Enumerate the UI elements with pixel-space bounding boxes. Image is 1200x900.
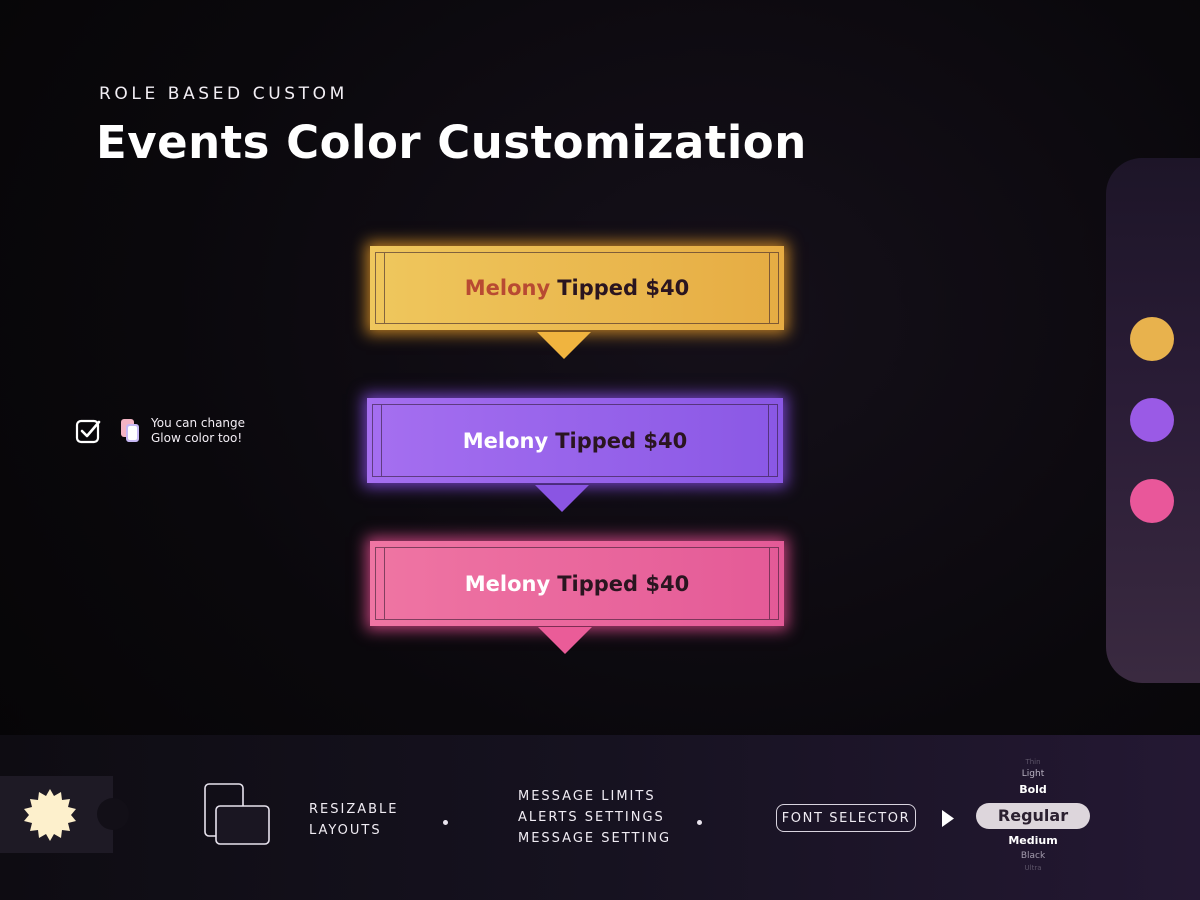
settings-line1: MESSAGE LIMITS xyxy=(518,789,656,804)
alert-text: Tipped $40 xyxy=(555,428,688,453)
weight-ultra[interactable]: Ultra xyxy=(975,863,1091,873)
glow-note-line2: Glow color too! xyxy=(151,431,243,445)
ticket-notch xyxy=(97,798,129,830)
layout-icon xyxy=(204,783,270,845)
weight-black[interactable]: Black xyxy=(975,849,1091,863)
separator-dot xyxy=(697,820,702,825)
resizable-line2: LAYOUTS xyxy=(309,823,382,838)
alert-message: Melony Tipped $40 xyxy=(370,541,784,626)
alert-pointer-gold xyxy=(537,332,591,359)
alert-purple[interactable]: Melony Tipped $40 xyxy=(367,398,783,483)
checkbox-icon[interactable] xyxy=(75,418,101,444)
alert-message: Melony Tipped $40 xyxy=(367,398,783,483)
subtitle: ROLE BASED CUSTOM xyxy=(99,84,348,104)
alert-pointer-pink xyxy=(538,627,592,654)
alert-text: Tipped $40 xyxy=(557,276,690,300)
weight-regular[interactable]: Regular xyxy=(976,803,1090,829)
settings-line3: MESSAGE SETTING xyxy=(518,831,672,846)
alert-text: Tipped $40 xyxy=(557,571,690,596)
weight-medium[interactable]: Medium xyxy=(975,833,1091,849)
alert-username: Melony xyxy=(464,276,551,300)
alert-username: Melony xyxy=(462,428,549,453)
swatch-purple[interactable] xyxy=(1130,398,1174,442)
page-title: Events Color Customization xyxy=(96,116,807,169)
glow-icon xyxy=(121,419,139,442)
weight-light[interactable]: Light xyxy=(975,767,1091,781)
resizable-line1: RESIZABLE xyxy=(309,802,399,817)
swatch-pink[interactable] xyxy=(1130,479,1174,523)
alert-username: Melony xyxy=(464,571,551,596)
glow-note: You can change Glow color too! xyxy=(151,416,245,446)
settings-line2: ALERTS SETTINGS xyxy=(518,810,665,825)
swatch-gold[interactable] xyxy=(1130,317,1174,361)
play-icon xyxy=(942,810,954,827)
weight-thin[interactable]: Thin xyxy=(975,758,1091,767)
alert-pink[interactable]: Melony Tipped $40 xyxy=(370,541,784,626)
badge-icon xyxy=(24,789,76,841)
alert-pointer-purple xyxy=(535,485,589,512)
separator-dot xyxy=(443,820,448,825)
settings-label: MESSAGE LIMITS ALERTS SETTINGS MESSAGE S… xyxy=(518,786,671,849)
weight-bold[interactable]: Bold xyxy=(975,781,1091,799)
font-weight-list: Thin Light Bold Regular Medium Black Ult… xyxy=(975,758,1091,873)
alert-gold[interactable]: Melony Tipped $40 xyxy=(370,246,784,330)
alert-message: Melony Tipped $40 xyxy=(370,246,784,330)
resizable-layouts-label: RESIZABLE LAYOUTS xyxy=(309,799,399,841)
font-selector-button[interactable]: FONT SELECTOR xyxy=(776,804,916,832)
glow-note-line1: You can change xyxy=(151,416,246,430)
